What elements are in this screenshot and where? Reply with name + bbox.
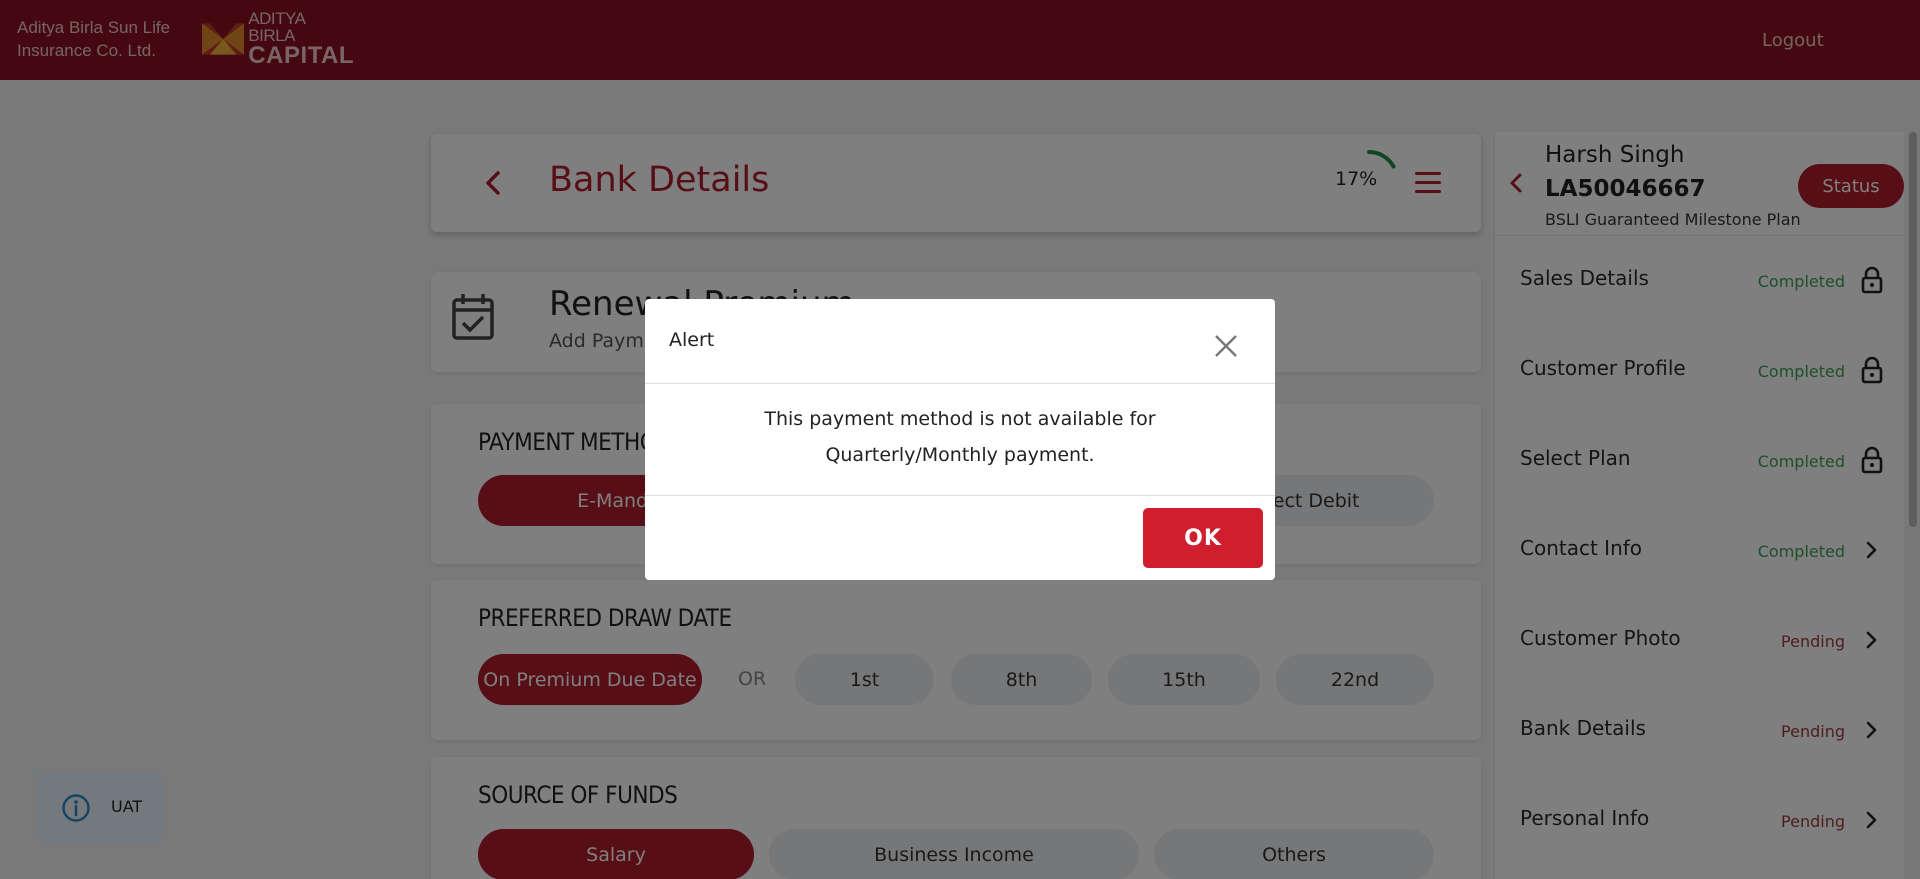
alert-message: This payment method is not available for… [764,408,1156,466]
dialog-divider [645,495,1275,496]
alert-title: Alert [669,329,715,351]
close-icon[interactable] [1213,333,1239,359]
dialog-divider [645,383,1275,384]
alert-dialog: Alert This payment method is not availab… [645,299,1275,580]
ok-button[interactable]: OK [1143,508,1263,568]
